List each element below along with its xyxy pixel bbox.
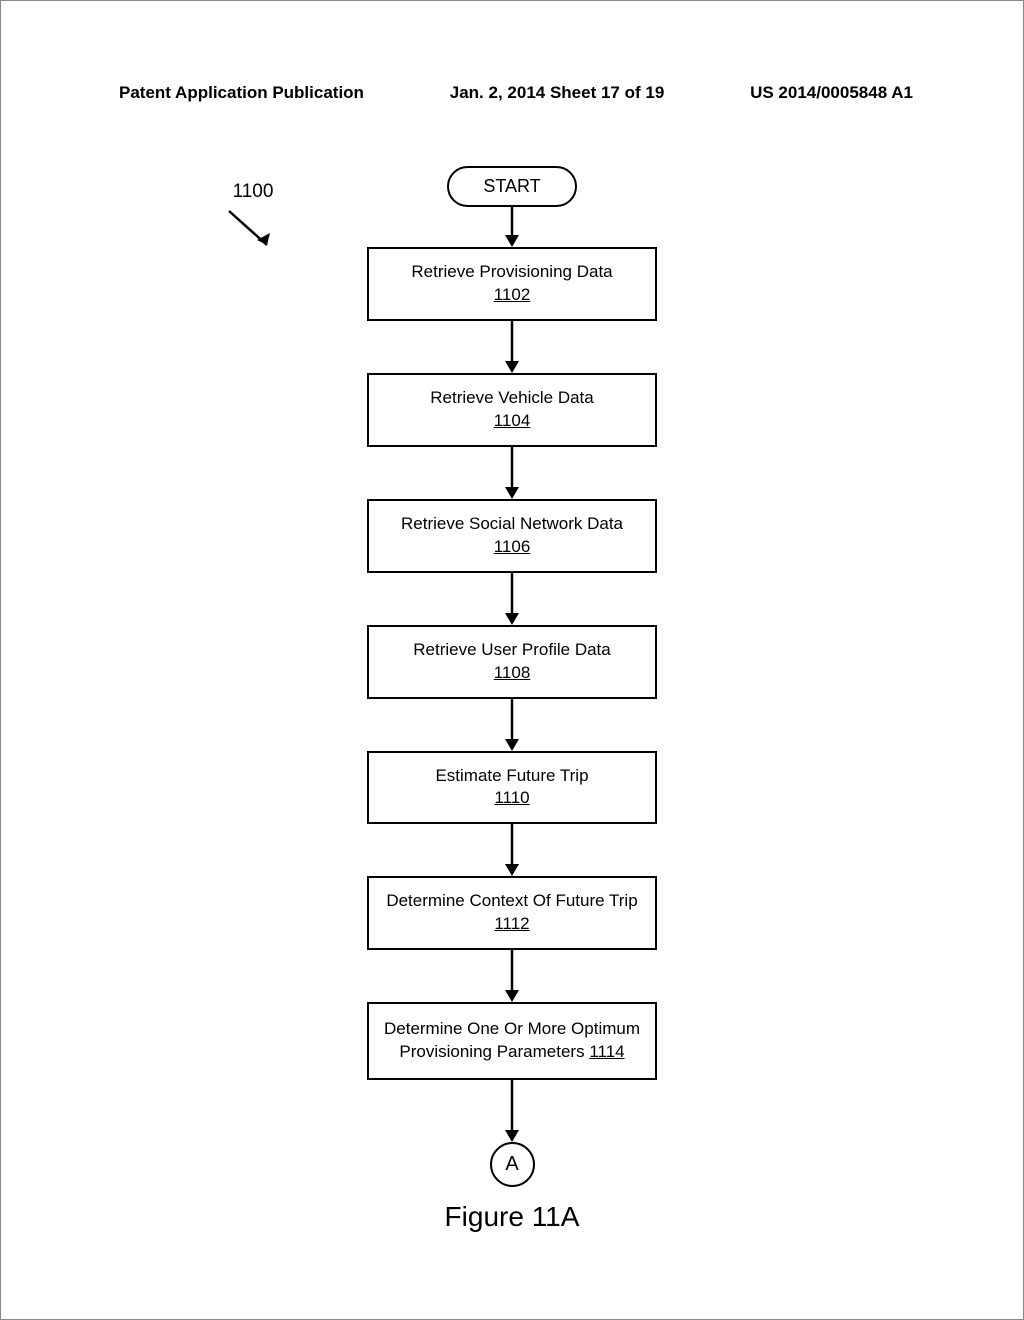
arrow-icon — [502, 950, 522, 1002]
step-ref: 1110 — [494, 788, 529, 807]
step-ref: 1112 — [494, 914, 529, 933]
page-header: Patent Application Publication Jan. 2, 2… — [119, 83, 913, 103]
page: Patent Application Publication Jan. 2, 2… — [0, 0, 1024, 1320]
header-right: US 2014/0005848 A1 — [750, 83, 913, 103]
step-ref: 1108 — [494, 663, 531, 682]
arrow-icon — [502, 699, 522, 751]
flowchart: START Retrieve Provisioning Data 1102 Re… — [1, 166, 1023, 1233]
step-ref: 1114 — [589, 1042, 624, 1061]
step-text: Retrieve Provisioning Data — [411, 262, 612, 281]
connector-terminal: A — [490, 1142, 535, 1187]
step-text: Determine Context Of Future Trip — [386, 891, 637, 910]
arrow-icon — [502, 824, 522, 876]
arrow-icon — [502, 207, 522, 247]
arrow-icon — [502, 321, 522, 373]
step-box-1104: Retrieve Vehicle Data 1104 — [367, 373, 657, 447]
start-terminal: START — [447, 166, 576, 207]
start-label: START — [483, 176, 540, 196]
step-text: Retrieve Social Network Data — [401, 514, 623, 533]
header-center: Jan. 2, 2014 Sheet 17 of 19 — [450, 83, 665, 103]
arrow-icon — [502, 573, 522, 625]
step-box-1112: Determine Context Of Future Trip 1112 — [367, 876, 657, 950]
step-box-1110: Estimate Future Trip 1110 — [367, 751, 657, 825]
step-box-1102: Retrieve Provisioning Data 1102 — [367, 247, 657, 321]
arrow-icon — [502, 1080, 522, 1142]
step-text: Retrieve Vehicle Data — [430, 388, 593, 407]
header-left: Patent Application Publication — [119, 83, 364, 103]
step-ref: 1106 — [494, 537, 531, 556]
figure-caption: Figure 11A — [445, 1201, 580, 1233]
step-box-1106: Retrieve Social Network Data 1106 — [367, 499, 657, 573]
step-box-1108: Retrieve User Profile Data 1108 — [367, 625, 657, 699]
arrow-icon — [502, 447, 522, 499]
step-box-1114: Determine One Or More Optimum Provisioni… — [367, 1002, 657, 1080]
step-text: Retrieve User Profile Data — [413, 640, 610, 659]
step-text: Estimate Future Trip — [435, 766, 588, 785]
connector-label: A — [505, 1153, 518, 1176]
step-ref: 1104 — [494, 411, 531, 430]
step-ref: 1102 — [494, 285, 531, 304]
